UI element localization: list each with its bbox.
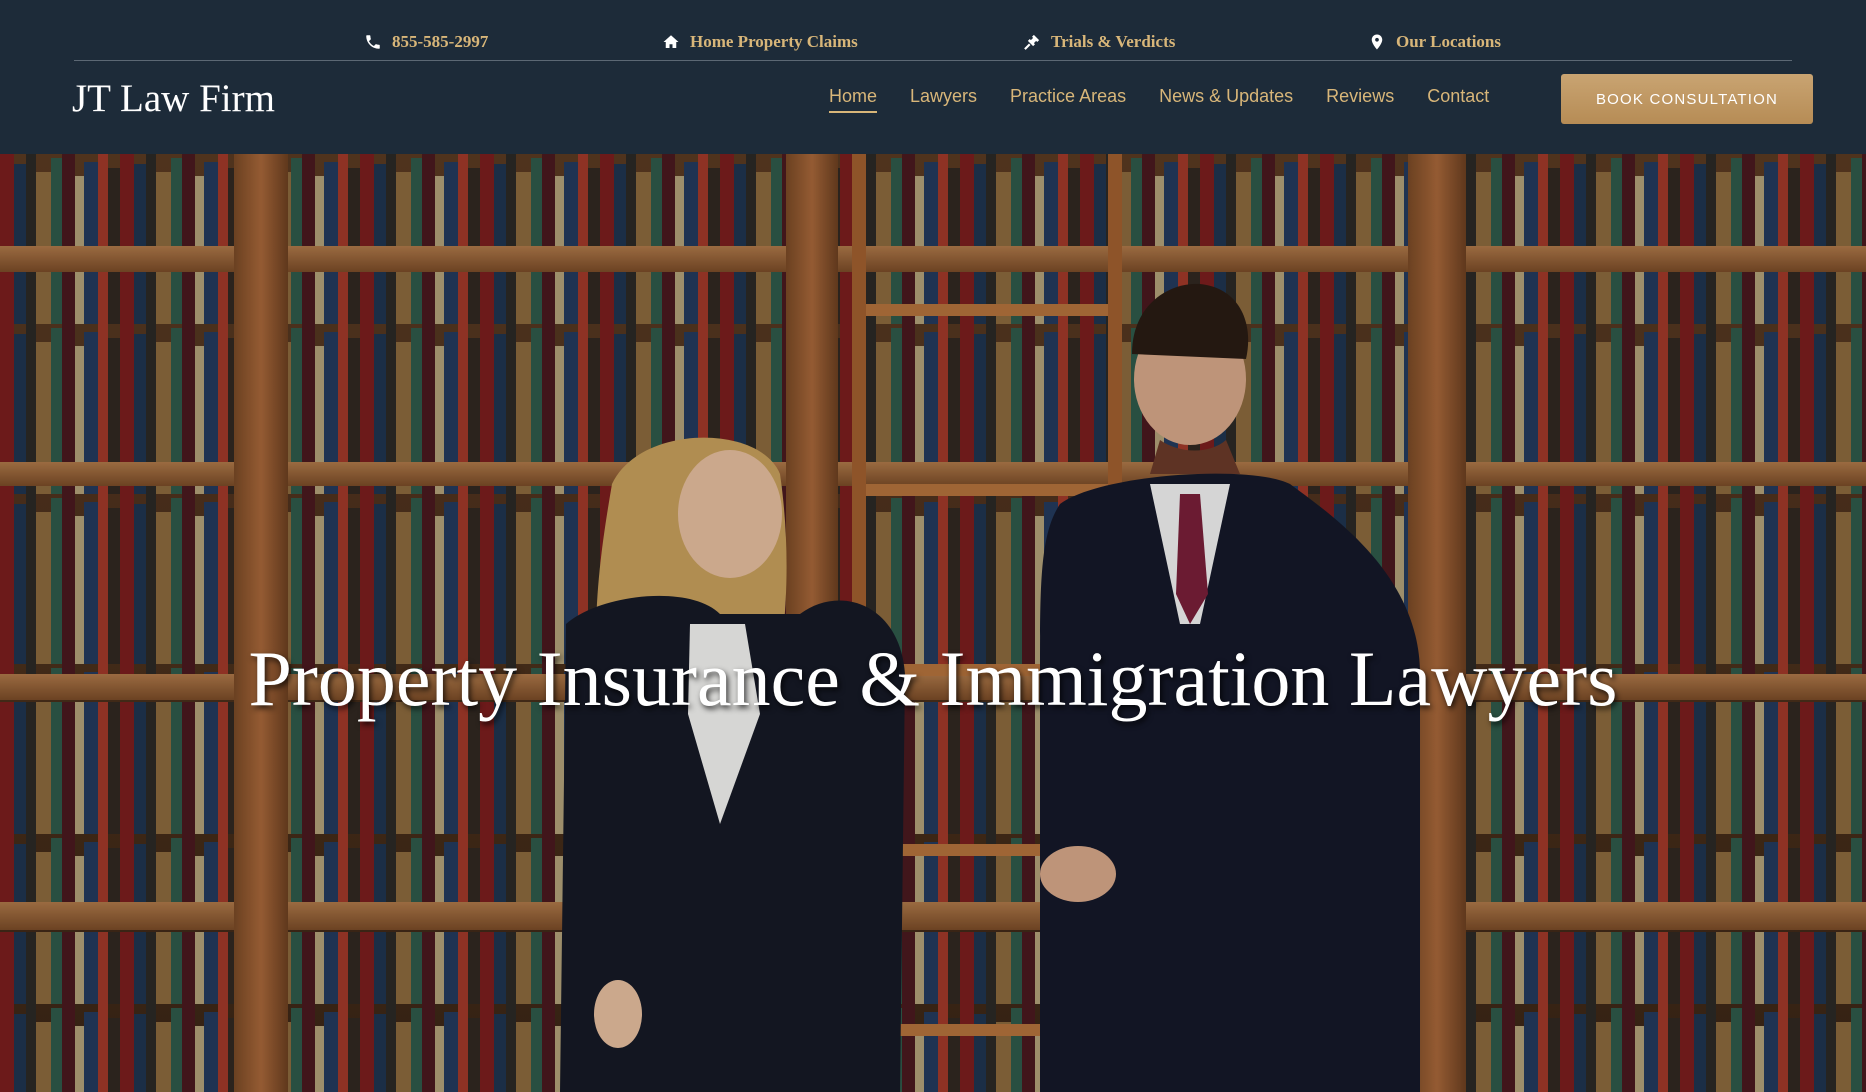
phone-number: 855-585-2997 bbox=[392, 32, 489, 51]
our-locations-link[interactable]: Our Locations bbox=[1368, 32, 1501, 52]
home-property-claims-link[interactable]: Home Property Claims bbox=[662, 32, 858, 52]
nav-reviews[interactable]: Reviews bbox=[1326, 86, 1394, 113]
home-property-claims-label: Home Property Claims bbox=[690, 32, 858, 51]
our-locations-label: Our Locations bbox=[1396, 32, 1502, 51]
gavel-icon bbox=[1024, 34, 1040, 50]
nav-lawyers[interactable]: Lawyers bbox=[910, 86, 977, 113]
book-consultation-button[interactable]: BOOK CONSULTATION bbox=[1561, 74, 1813, 124]
home-icon bbox=[663, 35, 679, 48]
hero-photo bbox=[0, 154, 1866, 1092]
top-contact-bar: 855-585-2997 Home Property Claims Trials… bbox=[74, 24, 1792, 61]
main-nav: Home Lawyers Practice Areas News & Updat… bbox=[829, 86, 1489, 113]
nav-home[interactable]: Home bbox=[829, 86, 878, 113]
phone-icon bbox=[366, 35, 380, 49]
hero-section: Property Insurance & Immigration Lawyers bbox=[0, 154, 1866, 1092]
hero-headline: Property Insurance & Immigration Lawyers bbox=[248, 635, 1618, 722]
trials-verdicts-label: Trials & Verdicts bbox=[1051, 32, 1176, 51]
map-pin-icon bbox=[1371, 34, 1383, 50]
site-logo[interactable]: JT Law Firm bbox=[72, 76, 275, 121]
nav-practice-areas[interactable]: Practice Areas bbox=[1010, 86, 1126, 113]
nav-news-updates[interactable]: News & Updates bbox=[1159, 86, 1293, 113]
site-header: 855-585-2997 Home Property Claims Trials… bbox=[0, 0, 1866, 154]
nav-contact[interactable]: Contact bbox=[1427, 86, 1489, 113]
trials-verdicts-link[interactable]: Trials & Verdicts bbox=[1023, 32, 1175, 52]
phone-link[interactable]: 855-585-2997 bbox=[364, 32, 488, 52]
